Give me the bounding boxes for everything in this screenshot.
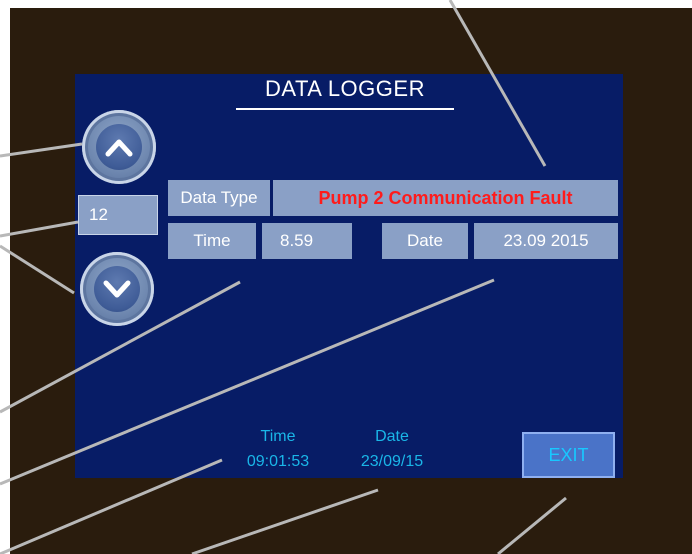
callout-line-fault bbox=[448, 0, 547, 167]
callout-lines bbox=[0, 0, 567, 554]
callout-line-date bbox=[0, 278, 495, 486]
callout-line-down bbox=[0, 244, 75, 295]
callout-line-up bbox=[0, 142, 83, 158]
callout-line-time bbox=[0, 280, 241, 414]
callout-line-calendar bbox=[191, 488, 379, 554]
callout-line-clock bbox=[0, 458, 223, 554]
callout-line-counter bbox=[0, 220, 79, 238]
callout-line-exit bbox=[497, 496, 567, 554]
